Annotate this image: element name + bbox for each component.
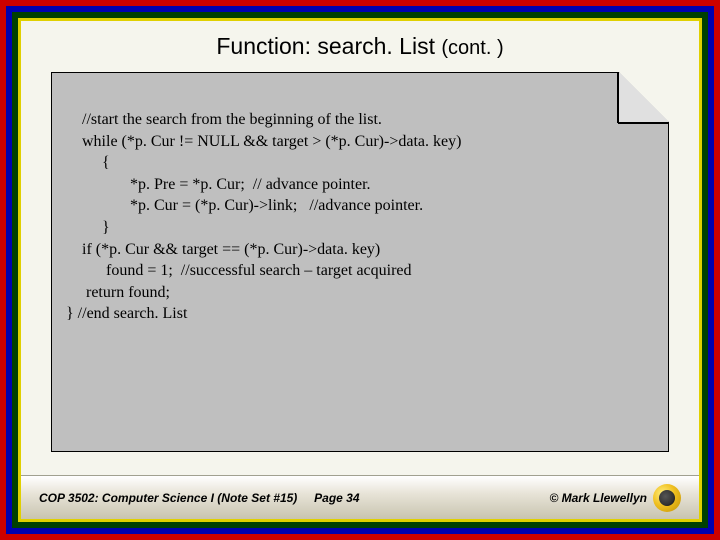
frame-red: Function: search. List (cont. ) //start … — [0, 0, 720, 540]
code-line: if (*p. Cur && target == (*p. Cur)->data… — [66, 239, 654, 261]
title-cont: (cont. ) — [441, 37, 503, 59]
footer-author-block: © Mark Llewellyn — [498, 484, 681, 512]
footer-page: Page 34 — [314, 491, 497, 505]
page-fold — [619, 72, 669, 122]
code-line: while (*p. Cur != NULL && target > (*p. … — [66, 131, 654, 153]
code-line: found = 1; //successful search – target … — [66, 260, 654, 282]
footer-author: © Mark Llewellyn — [549, 491, 647, 505]
footer-course: COP 3502: Computer Science I (Note Set #… — [39, 491, 314, 505]
ucf-logo-icon — [653, 484, 681, 512]
code-line: //start the search from the beginning of… — [66, 109, 654, 131]
code-line: return found; — [66, 282, 654, 304]
code-line: { — [66, 152, 654, 174]
code-line: } — [66, 217, 654, 239]
title-main: Function: search. List — [216, 33, 435, 59]
frame-blue: Function: search. List (cont. ) //start … — [6, 6, 714, 534]
frame-yellow: Function: search. List (cont. ) //start … — [18, 18, 702, 522]
footer-bar: COP 3502: Computer Science I (Note Set #… — [21, 475, 699, 519]
slide-title: Function: search. List (cont. ) — [21, 21, 699, 68]
slide-content: Function: search. List (cont. ) //start … — [21, 21, 699, 519]
code-box: //start the search from the beginning of… — [51, 72, 669, 452]
code-line: *p. Pre = *p. Cur; // advance pointer. — [66, 174, 654, 196]
code-line: } //end search. List — [66, 303, 654, 325]
frame-green: Function: search. List (cont. ) //start … — [12, 12, 708, 528]
code-line: *p. Cur = (*p. Cur)->link; //advance poi… — [66, 195, 654, 217]
code-block: //start the search from the beginning of… — [66, 109, 654, 325]
